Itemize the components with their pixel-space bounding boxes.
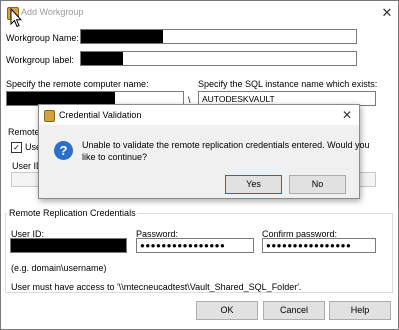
redacted-workgroup-label bbox=[81, 52, 123, 65]
user-id-format-hint: (e.g. domain\username) bbox=[11, 263, 107, 273]
redacted-workgroup-name bbox=[81, 30, 163, 43]
workgroup-label-label: Workgroup label: bbox=[6, 55, 74, 65]
dialog-app-icon bbox=[44, 110, 55, 122]
dialog-body: ? Unable to validate the remote replicat… bbox=[39, 125, 370, 198]
use-checkbox[interactable]: ✓ bbox=[11, 142, 22, 153]
yes-button[interactable]: Yes bbox=[225, 175, 282, 194]
question-icon: ? bbox=[54, 141, 73, 160]
replication-credentials-group bbox=[5, 213, 393, 293]
workgroup-name-label: Workgroup Name: bbox=[6, 33, 79, 43]
credential-validation-dialog: Credential Validation ✕ ? Unable to vali… bbox=[38, 104, 370, 199]
add-workgroup-window: Add Workgroup ✕ Workgroup Name: Workgrou… bbox=[0, 0, 399, 330]
window-titlebar: Add Workgroup ✕ bbox=[1, 1, 398, 25]
mouse-cursor-icon bbox=[10, 8, 22, 28]
confirm-password-input[interactable]: ●●●●●●●●●●●●●●●● bbox=[262, 238, 376, 253]
remote-section-legend-partial: Remote bbox=[8, 127, 40, 137]
window-title: Add Workgroup bbox=[21, 7, 84, 17]
window-close-button[interactable]: ✕ bbox=[378, 4, 396, 22]
no-button[interactable]: No bbox=[289, 175, 346, 194]
dialog-title: Credential Validation bbox=[59, 110, 142, 120]
access-requirement-note: User must have access to '\\mtecneucadte… bbox=[11, 282, 302, 292]
dialog-message-line1: Unable to validate the remote replicatio… bbox=[82, 140, 370, 150]
background-user-id-input bbox=[11, 172, 41, 187]
cancel-button[interactable]: Cancel bbox=[263, 301, 325, 320]
dialog-titlebar: Credential Validation ✕ bbox=[39, 105, 359, 125]
remote-computer-label: Specify the remote computer name: bbox=[6, 79, 149, 89]
replication-credentials-legend: Remote Replication Credentials bbox=[7, 208, 138, 218]
dialog-close-button[interactable]: ✕ bbox=[339, 107, 355, 123]
sql-instance-label: Specify the SQL instance name which exis… bbox=[198, 79, 378, 89]
redacted-user-id bbox=[11, 239, 126, 252]
ok-button[interactable]: OK bbox=[196, 301, 258, 320]
help-button[interactable]: Help bbox=[329, 301, 391, 320]
dialog-message-line2: like to continue? bbox=[82, 152, 148, 162]
password-input[interactable]: ●●●●●●●●●●●●●●●● bbox=[136, 238, 254, 253]
